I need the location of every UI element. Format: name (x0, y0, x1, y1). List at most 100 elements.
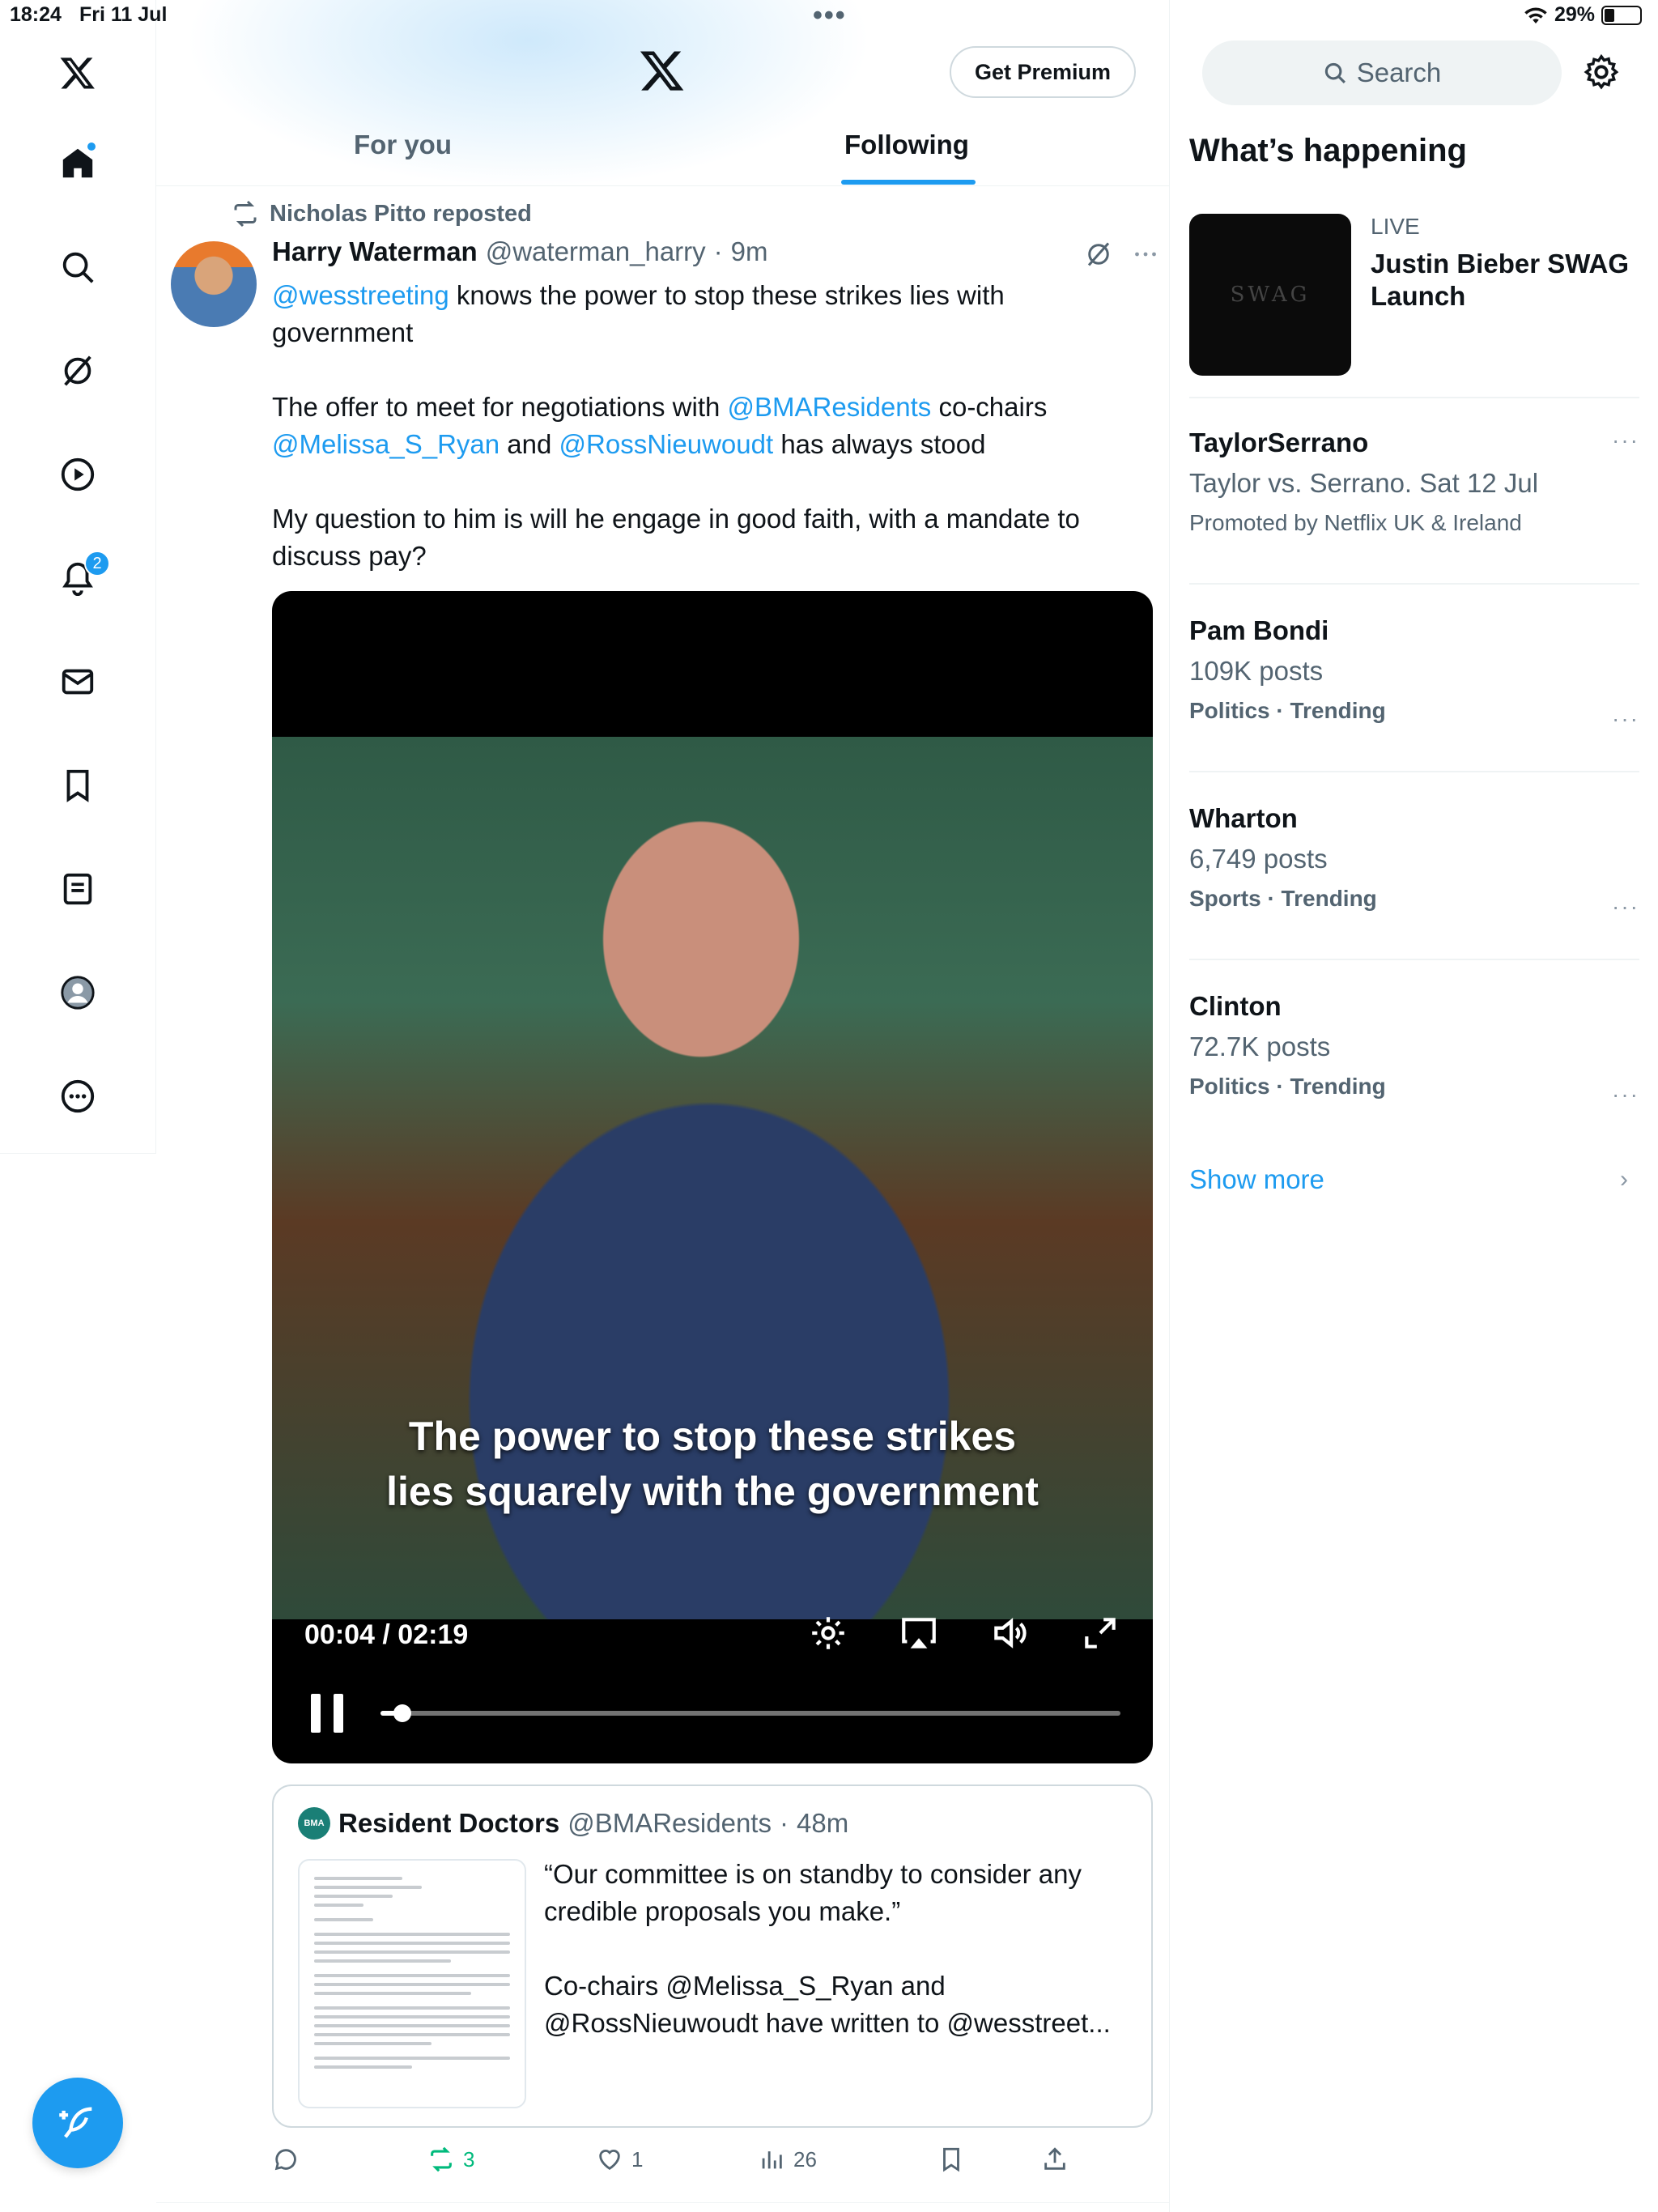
like-count: 1 (631, 2146, 644, 2172)
trend-item[interactable]: TaylorSerrano Taylor vs. Serrano. Sat 12… (1189, 428, 1639, 536)
video-settings-gear-icon[interactable] (808, 1613, 848, 1653)
separator-dot: · (779, 1808, 789, 1838)
picture-in-picture-icon[interactable] (1080, 1613, 1120, 1653)
divider (1189, 397, 1639, 398)
trend-meta: Politics · Trending (1189, 698, 1386, 723)
x-logo-icon[interactable] (639, 47, 686, 94)
trend-name: Wharton (1189, 803, 1298, 833)
video-caption-line: lies squarely with the government (386, 1469, 1039, 1514)
post-text-span: and (500, 429, 559, 459)
more-options-icon[interactable] (45, 1064, 110, 1129)
live-event-card[interactable]: SWAG LIVE Justin Bieber SWAG Launch (1189, 214, 1643, 376)
divider (1189, 771, 1639, 772)
more-horizontal-icon[interactable]: ··· (1612, 1082, 1639, 1108)
trend-item[interactable]: Pam Bondi 109K posts Politics · Trending… (1189, 615, 1639, 731)
trend-subtitle: 72.7K posts (1189, 1032, 1331, 1061)
grok-icon[interactable] (45, 338, 110, 403)
trend-item[interactable]: Wharton 6,749 posts Sports · Trending ··… (1189, 803, 1639, 919)
live-event-thumbnail: SWAG (1189, 214, 1351, 376)
notifications-badge: 2 (84, 551, 110, 576)
status-time: 18:24 (10, 3, 62, 26)
quoted-paragraph: “Our committee is on standby to consider… (544, 1859, 1082, 1926)
live-label: LIVE (1371, 214, 1420, 239)
show-more-link[interactable]: Show more (1189, 1164, 1324, 1195)
home-icon[interactable] (45, 131, 110, 196)
post-time[interactable]: 9m (731, 236, 768, 267)
status-date: Fri 11 Jul (79, 3, 168, 26)
right-sidebar: Search What’s happening SWAG LIVE Justin… (1170, 0, 1658, 2212)
quoted-post[interactable]: BMA Resident Doctors @BMAResidents · 48m… (272, 1784, 1153, 2128)
video-caption: The power to stop these strikes lies squ… (272, 1409, 1153, 1519)
reply-button[interactable] (272, 2146, 300, 2173)
battery-percent: 29% (1554, 3, 1595, 26)
share-button[interactable] (1041, 2146, 1069, 2173)
more-horizontal-icon[interactable]: ··· (1612, 894, 1639, 920)
author-handle[interactable]: @waterman_harry (486, 236, 706, 267)
search-icon[interactable] (45, 235, 110, 300)
settings-gear-icon[interactable] (1583, 53, 1620, 91)
trend-meta: Sports · Trending (1189, 886, 1377, 911)
multitask-dots[interactable]: ••• (813, 0, 847, 32)
quoted-post-body: “Our committee is on standby to consider… (544, 1856, 1135, 2079)
mention-link[interactable]: @wesstreeting (272, 280, 449, 310)
view-count: 26 (793, 2146, 817, 2172)
more-horizontal-icon[interactable]: ··· (1612, 428, 1639, 453)
quoted-post-header: BMA Resident Doctors @BMAResidents · 48m (298, 1807, 848, 1840)
mention-link[interactable]: @RossNieuwoudt (559, 429, 774, 459)
search-input[interactable]: Search (1202, 40, 1562, 105)
divider (1189, 959, 1639, 960)
trend-item[interactable]: Clinton 72.7K posts Politics · Trending … (1189, 991, 1639, 1107)
get-premium-button[interactable]: Get Premium (950, 46, 1136, 98)
volume-icon[interactable] (989, 1613, 1030, 1653)
notifications-bell-icon[interactable]: 2 (45, 546, 110, 610)
live-event-title: Justin Bieber SWAG Launch (1371, 249, 1630, 311)
post-paragraph: My question to him is will he engage in … (272, 504, 1080, 571)
repost-icon (234, 200, 257, 228)
post-text-span: has always stood (773, 429, 986, 459)
active-tab-indicator (841, 180, 976, 185)
repost-context-label: Nicholas Pitto reposted (270, 200, 532, 227)
profile-avatar-icon[interactable] (45, 960, 110, 1025)
more-horizontal-icon[interactable] (1131, 240, 1160, 269)
pause-icon[interactable] (308, 1691, 346, 1736)
chevron-right-icon: › (1620, 1166, 1628, 1193)
repost-icon (431, 2146, 452, 2172)
trend-subtitle: 6,749 posts (1189, 844, 1328, 874)
x-logo-icon[interactable] (45, 40, 110, 105)
trend-meta: Promoted by Netflix UK & Ireland (1189, 510, 1522, 535)
video-scrubber-handle[interactable] (393, 1704, 411, 1722)
like-button[interactable]: 1 (596, 2146, 643, 2173)
quoted-letter-image[interactable] (298, 1859, 526, 2108)
author-name[interactable]: Harry Waterman (272, 236, 478, 267)
mention-link[interactable]: @BMAResidents (728, 392, 932, 422)
video-player[interactable]: The power to stop these strikes lies squ… (272, 591, 1153, 1763)
views-button[interactable]: 26 (758, 2146, 817, 2173)
bookmarks-icon[interactable] (45, 753, 110, 818)
compose-feather-icon (59, 2107, 92, 2138)
heart-icon (599, 2150, 620, 2171)
tab-following[interactable]: Following (844, 130, 969, 160)
messages-envelope-icon[interactable] (45, 649, 110, 714)
video-play-icon[interactable] (45, 442, 110, 507)
post-paragraph: @wesstreeting knows the power to stop th… (272, 277, 1146, 351)
compose-post-button[interactable] (32, 2078, 123, 2168)
home-unread-dot (86, 141, 97, 152)
repost-button[interactable]: 3 (427, 2146, 474, 2173)
trend-subtitle: 109K posts (1189, 656, 1324, 686)
repost-context[interactable]: Nicholas Pitto reposted (231, 199, 532, 228)
lists-icon[interactable] (45, 857, 110, 921)
airplay-icon[interactable] (899, 1613, 939, 1653)
left-nav: 2 (0, 0, 156, 1154)
mention-link[interactable]: @Melissa_S_Ryan (272, 429, 500, 459)
bookmark-button[interactable] (937, 2146, 965, 2173)
tab-for-you[interactable]: For you (354, 130, 452, 160)
quoted-author-avatar: BMA (298, 1807, 330, 1840)
trend-name: TaylorSerrano (1189, 428, 1369, 457)
share-upload-icon (1044, 2147, 1065, 2170)
repost-count: 3 (463, 2146, 475, 2172)
more-horizontal-icon[interactable]: ··· (1612, 706, 1639, 732)
search-placeholder: Search (1356, 57, 1442, 87)
grok-icon[interactable] (1084, 240, 1113, 269)
author-avatar[interactable] (171, 241, 257, 327)
video-progress-bar[interactable] (380, 1704, 1120, 1722)
